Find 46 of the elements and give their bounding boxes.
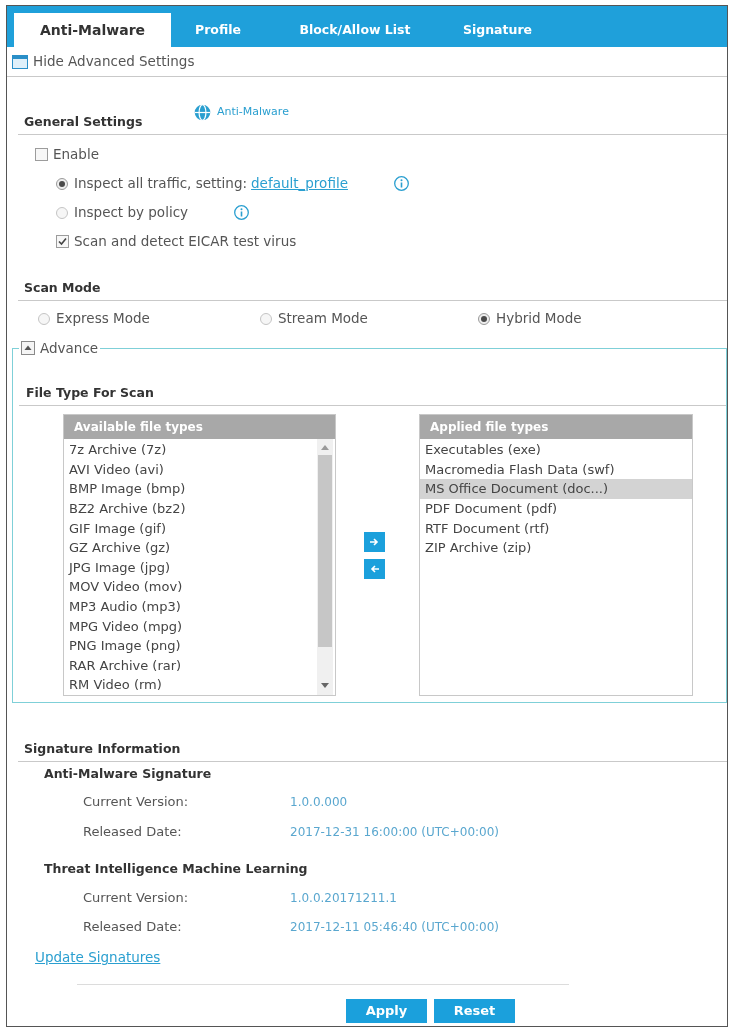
- radio-button[interactable]: [38, 312, 50, 325]
- field-label: Current Version:: [83, 888, 190, 907]
- group-heading: Anti-Malware Signature: [44, 765, 212, 784]
- checkbox[interactable]: [35, 148, 48, 161]
- group-heading: Threat Intelligence Machine Learning: [44, 859, 308, 878]
- scroll-down-icon[interactable]: [321, 683, 329, 688]
- globe-icon: [194, 103, 211, 121]
- radio-button[interactable]: [260, 312, 272, 325]
- info-icon[interactable]: [234, 205, 250, 220]
- tab[interactable]: Anti-Malware: [14, 13, 171, 47]
- list-header: Applied file types: [420, 415, 692, 439]
- field-value: 2017-12-11 05:46:40 (UTC+00:00): [290, 918, 500, 936]
- section-heading: Signature Information: [23, 740, 181, 758]
- hide-advanced-settings-link[interactable]: Hide Advanced Settings: [12, 51, 195, 72]
- checkbox-label: Enable: [53, 145, 99, 165]
- radio-label: Hybrid Mode: [496, 309, 582, 329]
- checkbox[interactable]: [56, 235, 69, 248]
- add-button[interactable]: [364, 531, 385, 552]
- section-heading: Scan Mode: [23, 279, 101, 297]
- arrow-right-icon: [370, 537, 379, 546]
- radio-button[interactable]: [56, 206, 68, 219]
- radio-button[interactable]: [478, 312, 490, 325]
- field-value: 2017-12-31 16:00:00 (UTC+00:00): [290, 824, 500, 841]
- radio-label: Inspect all traffic, setting:: [74, 174, 248, 194]
- section-heading: General Settings: [23, 113, 144, 131]
- scrollbar-thumb[interactable]: [318, 455, 332, 647]
- arrow-left-icon: [370, 564, 379, 573]
- radio-label: Stream Mode: [278, 309, 368, 329]
- advance-toggle[interactable]: Advance: [21, 339, 99, 357]
- field-value: 1.0.0.20171211.1: [290, 889, 397, 907]
- window-icon: [12, 54, 28, 69]
- scrollbar-track[interactable]: [317, 439, 333, 695]
- field-label: Current Version:: [83, 793, 190, 812]
- scroll-up-icon[interactable]: [321, 445, 329, 450]
- radio-button[interactable]: [56, 177, 68, 190]
- section-heading: File Type For Scan: [25, 384, 154, 402]
- info-icon[interactable]: [393, 176, 409, 191]
- list-header: Available file types: [64, 415, 335, 439]
- list-item[interactable]: MS Office Document (doc...): [420, 479, 692, 499]
- field-label: Released Date:: [83, 917, 183, 936]
- radio-label: Inspect by policy: [74, 203, 189, 223]
- radio-label: Express Mode: [56, 309, 150, 329]
- field-label: Released Date:: [83, 823, 183, 842]
- checkbox-label: Scan and detect EICAR test virus: [74, 232, 297, 252]
- field-value: 1.0.0.000: [290, 794, 348, 811]
- remove-button[interactable]: [364, 558, 385, 579]
